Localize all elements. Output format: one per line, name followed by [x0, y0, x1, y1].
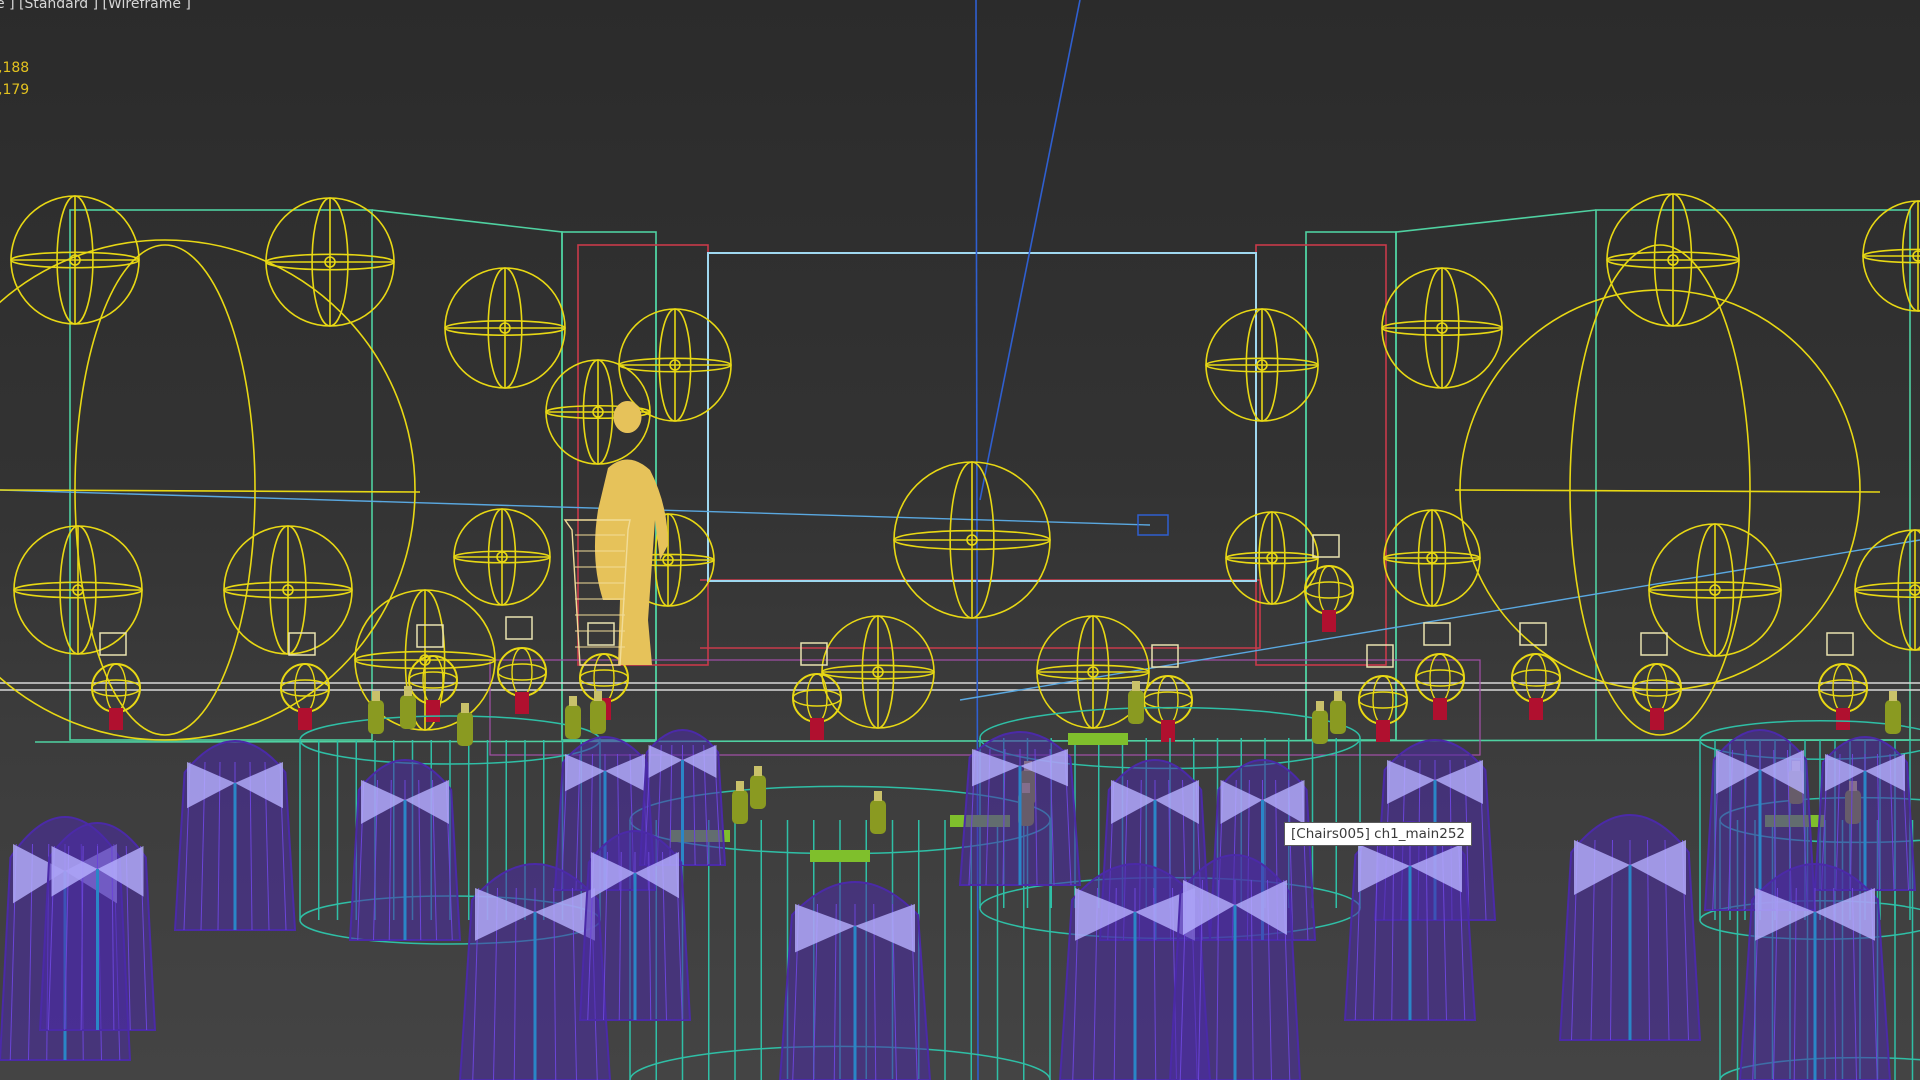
sphere-light-1[interactable] [265, 197, 395, 327]
bottle-4[interactable] [590, 700, 606, 734]
sphere-light-10[interactable] [223, 525, 353, 655]
stage-frame[interactable] [0, 244, 1920, 756]
chair-0[interactable] [173, 740, 297, 931]
wireframe-scene[interactable] [0, 0, 1920, 1080]
lamp-11[interactable] [1632, 632, 1682, 730]
projection-screen[interactable] [707, 252, 1257, 582]
bottle-2[interactable] [457, 712, 473, 746]
lamp-5[interactable] [792, 642, 842, 740]
bottle-7[interactable] [870, 800, 886, 834]
plate-3[interactable] [1068, 733, 1128, 745]
sphere-light-14[interactable] [1383, 509, 1481, 607]
chair-17[interactable] [1558, 814, 1702, 1041]
bottle-15[interactable] [1885, 700, 1901, 734]
polygon-stat: ,188 [0, 60, 30, 76]
sphere-light-20[interactable] [893, 461, 1051, 619]
lamp-12[interactable] [1818, 632, 1868, 730]
sphere-light-11[interactable] [453, 508, 551, 606]
3d-viewport[interactable]: e ] [Standard ] [Wireframe ] ,188 ,179 [… [0, 0, 1920, 1080]
sphere-light-0[interactable] [10, 195, 140, 325]
lamp-0[interactable] [91, 632, 141, 730]
lamp-7[interactable] [1304, 534, 1354, 632]
sphere-light-8[interactable] [1862, 200, 1920, 312]
lamp-3[interactable] [497, 616, 547, 714]
bottle-1[interactable] [400, 695, 416, 729]
person-silhouette-icon[interactable] [563, 401, 668, 666]
lamp-10[interactable] [1511, 622, 1561, 720]
bottle-0[interactable] [368, 700, 384, 734]
object-tooltip: [Chairs005] ch1_main252 [1284, 822, 1472, 846]
light-spheres[interactable] [0, 193, 1920, 741]
chair-11[interactable] [38, 822, 157, 1031]
chairs[interactable] [0, 729, 1917, 1080]
viewport-label-menu[interactable]: e ] [Standard ] [Wireframe ] [0, 0, 191, 12]
chair-14[interactable] [778, 881, 932, 1080]
chair-18[interactable] [1738, 863, 1892, 1080]
sphere-light-6[interactable] [1381, 267, 1503, 389]
sphere-light-5[interactable] [1205, 308, 1319, 422]
bottle-3[interactable] [565, 705, 581, 739]
sphere-light-18[interactable] [821, 615, 935, 729]
sphere-light-15[interactable] [1648, 523, 1782, 657]
bottle-11[interactable] [1312, 710, 1328, 744]
chair-1[interactable] [348, 759, 462, 941]
chair-19[interactable] [1343, 821, 1477, 1021]
chair-13[interactable] [578, 830, 692, 1021]
lamp-9[interactable] [1415, 622, 1465, 720]
bottle-6[interactable] [750, 775, 766, 809]
vertex-stat: ,179 [0, 82, 30, 98]
chair-4[interactable] [958, 731, 1082, 886]
chair-16[interactable] [1168, 854, 1302, 1080]
sphere-light-2[interactable] [444, 267, 566, 389]
bottle-10[interactable] [1128, 690, 1144, 724]
lamp-2[interactable] [408, 624, 458, 722]
bottle-12[interactable] [1330, 700, 1346, 734]
bottle-5[interactable] [732, 790, 748, 824]
plate-2[interactable] [810, 850, 870, 862]
